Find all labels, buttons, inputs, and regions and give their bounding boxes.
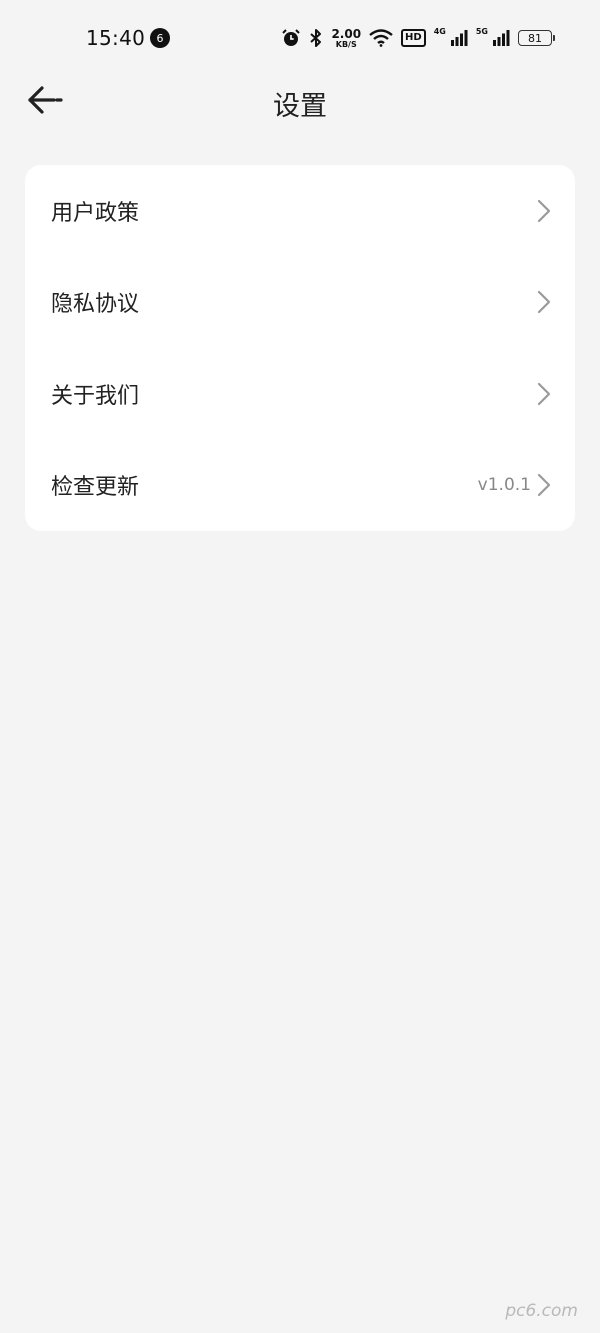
page-title: 设置 (273, 91, 327, 122)
settings-item-privacy-agreement[interactable]: 隐私协议 (25, 257, 575, 349)
network-speed-unit: KB/S (335, 39, 357, 49)
wifi-icon (369, 29, 393, 47)
settings-item-label: 隐私协议 (51, 292, 140, 318)
settings-item-label: 关于我们 (51, 383, 140, 409)
network-5g-label: 5G (475, 27, 488, 36)
bluetooth-icon (309, 28, 323, 48)
settings-item-user-policy[interactable]: 用户政策 (25, 165, 575, 257)
battery-level: 81 (528, 31, 542, 45)
hd-voice-badge: HD (401, 29, 426, 47)
app-version: v1.0.1 (477, 475, 531, 496)
settings-item-about-us[interactable]: 关于我们 (25, 348, 575, 440)
chevron-right-icon (537, 290, 551, 314)
signal-5g-icon (492, 29, 510, 47)
settings-item-label: 检查更新 (51, 475, 140, 501)
network-4g-label: 4G (433, 27, 446, 36)
chevron-right-icon (537, 199, 551, 223)
settings-item-check-update[interactable]: 检查更新 v1.0.1 (25, 440, 575, 532)
settings-item-label: 用户政策 (51, 200, 140, 226)
network-speed: 2.00 KB/S (331, 28, 361, 49)
signal-4g-icon (450, 29, 468, 47)
status-icons: 2.00 KB/S HD 4G 5G 81 (281, 25, 555, 51)
status-time: 15:40 (86, 26, 146, 50)
watermark: pc6.com (505, 1301, 578, 1321)
status-bar: 15:40 6 2.00 KB/S HD 4G 5G 81 (0, 0, 600, 76)
app-header: 设置 (0, 76, 600, 126)
chevron-right-icon (537, 382, 551, 406)
battery-indicator: 81 (518, 30, 555, 46)
notification-badge: 6 (150, 28, 170, 48)
settings-card: 用户政策 隐私协议 关于我们 检查更新 v1.0.1 (25, 165, 575, 531)
chevron-right-icon (537, 473, 551, 497)
network-speed-value: 2.00 (331, 26, 362, 41)
alarm-icon (281, 28, 301, 48)
